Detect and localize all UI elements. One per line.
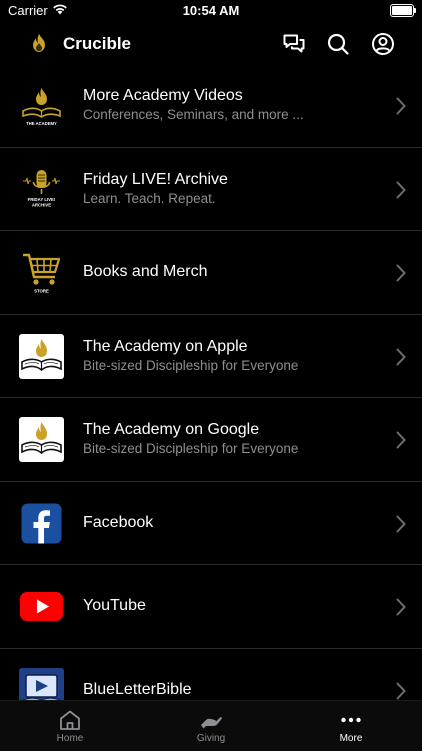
thumb-caption: STORE: [34, 289, 49, 294]
list-item-facebook[interactable]: Facebook: [0, 482, 422, 565]
academy-google-thumbnail: [19, 417, 64, 462]
friday-live-thumbnail: FRIDAY LIVE! ARCHIVE: [19, 166, 64, 212]
list-item-more-academy-videos[interactable]: THE ACADEMY More Academy Videos Conferen…: [0, 64, 422, 148]
youtube-icon: [20, 592, 63, 621]
more-dots-icon: [341, 717, 361, 723]
item-subtitle: Bite-sized Discipleship for Everyone: [83, 441, 299, 457]
academy-flame-book-icon: THE ACADEMY: [22, 88, 61, 126]
list-item-blueletterbible[interactable]: BlueLetterBible: [0, 649, 422, 700]
item-title: The Academy on Apple: [83, 337, 248, 355]
chat-icon[interactable]: [282, 32, 306, 56]
chevron-right-icon: [396, 348, 406, 365]
home-icon: [60, 710, 80, 730]
youtube-thumbnail: [19, 584, 64, 629]
app-header: Crucible: [0, 24, 422, 64]
academy-flame-book-icon: [21, 422, 62, 455]
item-subtitle: Conferences, Seminars, and more ...: [83, 107, 304, 123]
microphone-icon: FRIDAY LIVE! ARCHIVE: [23, 169, 60, 207]
item-title: Friday LIVE! Archive: [83, 170, 228, 188]
thumb-caption-line-1: FRIDAY LIVE!: [28, 197, 56, 202]
list-item-youtube[interactable]: YouTube: [0, 565, 422, 649]
list-item-academy-google[interactable]: The Academy on Google Bite-sized Discipl…: [0, 398, 422, 482]
giving-hand-icon: [201, 717, 222, 729]
chevron-right-icon: [396, 515, 406, 532]
store-thumbnail: STORE: [19, 250, 64, 295]
app-title: Crucible: [63, 34, 132, 53]
academy-videos-thumbnail: THE ACADEMY: [19, 83, 64, 128]
search-icon[interactable]: [326, 32, 350, 56]
item-title: Facebook: [83, 513, 154, 531]
shopping-cart-icon: STORE: [23, 253, 61, 294]
chevron-right-icon: [396, 431, 406, 449]
chevron-right-icon: [396, 264, 406, 282]
list-item-books-and-merch[interactable]: STORE Books and Merch: [0, 231, 422, 315]
item-subtitle: Learn. Teach. Repeat.: [83, 190, 216, 206]
links-list: THE ACADEMY More Academy Videos Conferen…: [0, 64, 422, 700]
thumb-caption: THE ACADEMY: [26, 121, 57, 126]
item-title: The Academy on Google: [83, 421, 260, 439]
status-bar: Carrier 10:54 AM: [0, 0, 422, 22]
account-icon[interactable]: [371, 32, 395, 56]
flame-logo-icon: [33, 34, 45, 52]
tab-label: Home: [56, 733, 84, 744]
tab-more[interactable]: More: [281, 701, 421, 751]
tab-label: Giving: [196, 733, 226, 744]
item-subtitle: Bite-sized Discipleship for Everyone: [83, 357, 299, 373]
battery-icon: [390, 4, 416, 17]
facebook-icon: [21, 503, 62, 543]
item-title: More Academy Videos: [83, 87, 243, 105]
tab-home[interactable]: Home: [0, 701, 140, 751]
facebook-thumbnail: [19, 500, 64, 546]
item-title: YouTube: [83, 597, 146, 615]
blueletterbible-thumbnail: [19, 667, 64, 700]
list-item-friday-live-archive[interactable]: FRIDAY LIVE! ARCHIVE Friday LIVE! Archiv…: [0, 148, 422, 231]
list-item-academy-apple[interactable]: The Academy on Apple Bite-sized Disciple…: [0, 315, 422, 398]
clock: 10:54 AM: [182, 3, 240, 18]
academy-flame-book-icon: [21, 338, 62, 371]
thumb-caption-line-2: ARCHIVE: [32, 202, 51, 207]
chevron-right-icon: [396, 598, 406, 616]
item-title: BlueLetterBible: [83, 680, 192, 698]
blueletterbible-icon: [19, 667, 64, 700]
tab-bar: Home Giving More: [0, 700, 422, 751]
tab-giving[interactable]: Giving: [141, 701, 281, 751]
chevron-right-icon: [396, 97, 406, 115]
chevron-right-icon: [396, 181, 406, 198]
item-title: Books and Merch: [83, 263, 208, 281]
academy-apple-thumbnail: [19, 333, 64, 379]
tab-label: More: [339, 733, 363, 744]
chevron-right-icon: [396, 682, 406, 699]
